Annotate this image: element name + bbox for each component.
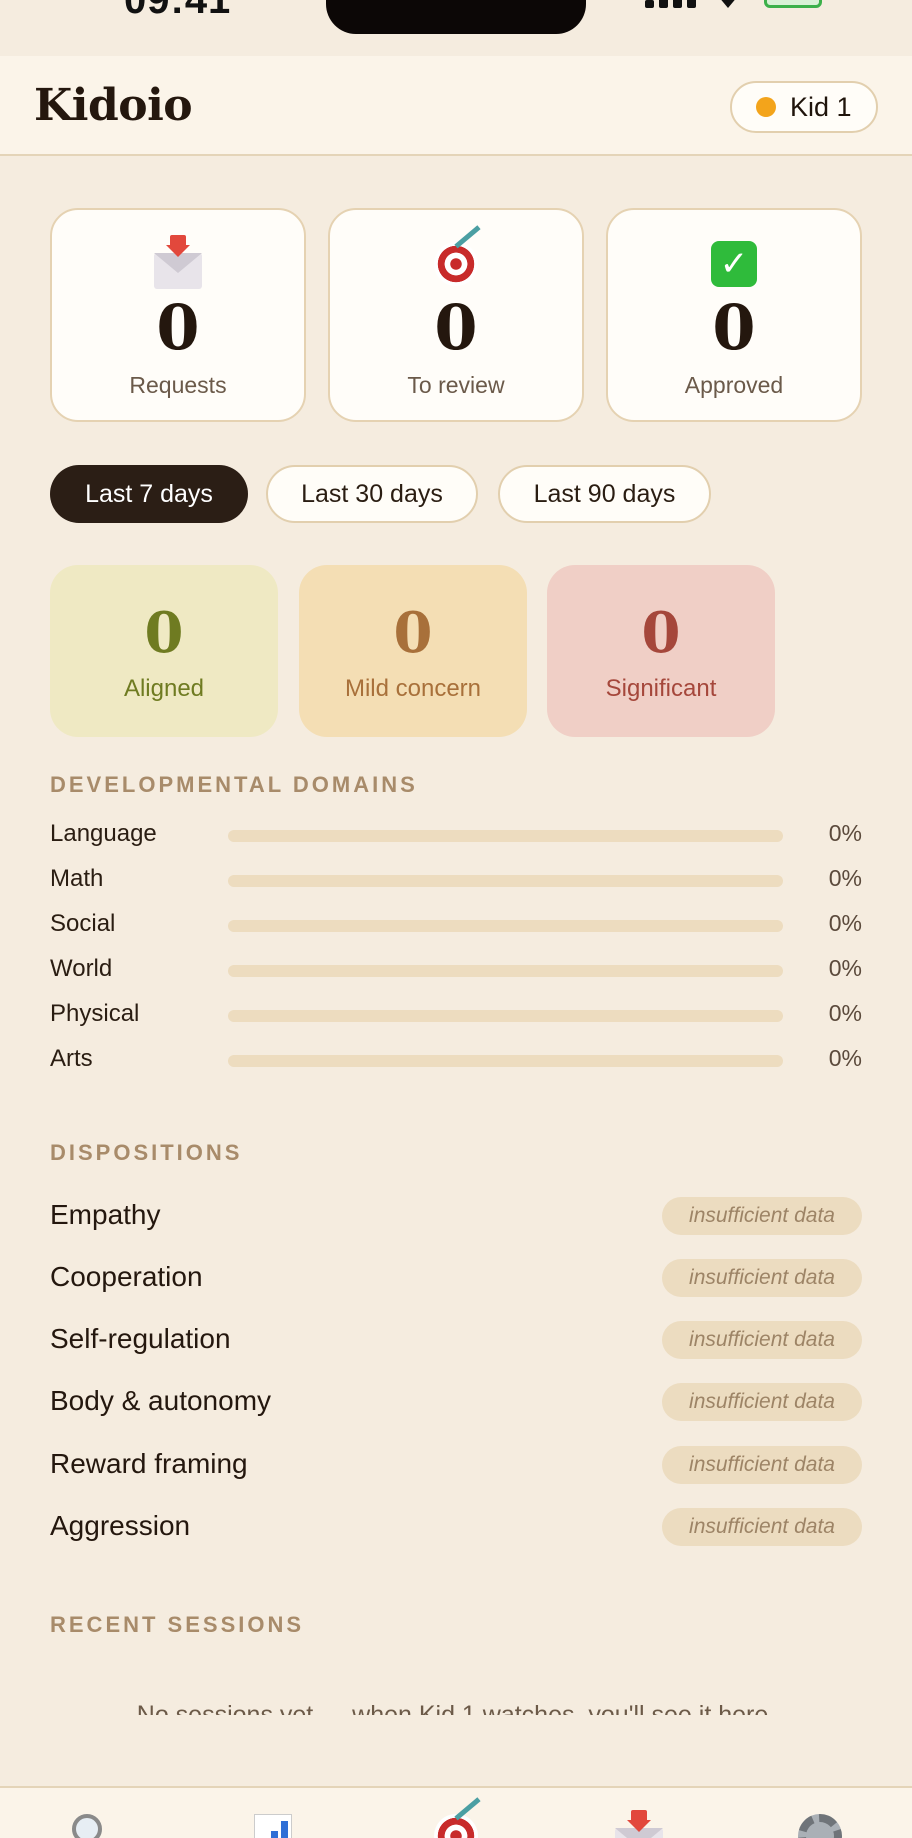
outcome-card-aligned: 0 Aligned [50,565,278,737]
domain-percent: 0% [828,820,862,846]
disposition-name: Body & autonomy [50,1385,272,1416]
bar-chart-icon [254,1814,292,1838]
domain-name: World [50,955,113,982]
domain-percent: 0% [828,1000,862,1026]
section-title-dispositions: DISPOSITIONS [50,1140,243,1165]
domain-name: Math [50,865,104,892]
domain-row-math: Math 0% [50,865,862,895]
stat-value: 0 [712,291,756,364]
domain-row-world: World 0% [50,955,862,985]
domain-progress-bar [228,875,783,887]
domain-percent: 0% [828,865,862,891]
outcome-label: Aligned [123,675,205,702]
disposition-status-badge: insufficient data [662,1383,862,1421]
outcome-value: 0 [144,600,184,666]
stat-card-requests[interactable]: 0 Requests [50,208,306,422]
domain-percent: 0% [828,1045,862,1071]
disposition-status-badge: insufficient data [662,1197,862,1235]
disposition-name: Self-regulation [50,1323,231,1354]
disposition-row-aggression: Aggression insufficient data [50,1508,862,1548]
domain-progress-bar [228,965,783,977]
direct-hit-target-icon [434,225,481,286]
tab-review[interactable] [431,1797,481,1838]
disposition-name: Reward framing [50,1448,248,1479]
outcome-card-mild-concern: 0 Mild concern [299,565,527,737]
stat-label: Requests [129,372,227,398]
domain-progress-bar [228,1055,783,1067]
disposition-status-badge: insufficient data [662,1446,862,1484]
check-mark-button-icon: ✓ [711,241,757,287]
app-header: Kidoio Kid 1 [0,56,912,156]
stat-card-approved[interactable]: ✓ 0 Approved [606,208,862,422]
disposition-status-badge: insufficient data [662,1321,862,1359]
incoming-envelope-icon [154,235,202,289]
range-pill-last-7-days[interactable]: Last 7 days [50,465,248,523]
domain-progress-bar [228,920,783,932]
outcome-label: Significant [605,675,717,702]
stat-value: 0 [434,291,478,364]
disposition-row-cooperation: Cooperation insufficient data [50,1259,862,1299]
disposition-name: Cooperation [50,1261,203,1292]
tab-requests[interactable] [614,1810,664,1838]
disposition-row-self-regulation: Self-regulation insufficient data [50,1321,862,1361]
kid-selector-chip[interactable]: Kid 1 [730,81,878,133]
disposition-row-empathy: Empathy insufficient data [50,1197,862,1237]
disposition-row-body-autonomy: Body & autonomy insufficient data [50,1383,862,1423]
domain-percent: 0% [828,955,862,981]
outcome-label: Mild concern [344,675,482,702]
tab-bar [0,1786,912,1838]
domain-name: Physical [50,1000,140,1027]
tab-insights[interactable] [248,1814,298,1838]
domain-row-social: Social 0% [50,910,862,940]
tab-search[interactable] [62,1814,112,1838]
domain-progress-bar [228,1010,783,1022]
stat-card-to-review[interactable]: 0 To review [328,208,584,422]
disposition-name: Aggression [50,1510,191,1541]
range-pill-last-90-days[interactable]: Last 90 days [498,465,711,523]
domain-name: Social [50,910,116,937]
dynamic-island [326,0,586,34]
disposition-status-badge: insufficient data [662,1508,862,1546]
range-pill-last-30-days[interactable]: Last 30 days [266,465,478,523]
disposition-row-reward-framing: Reward framing insufficient data [50,1446,862,1486]
domain-row-arts: Arts 0% [50,1045,862,1075]
outcome-value: 0 [393,600,433,666]
stat-label: To review [407,372,505,398]
wifi-icon [718,0,738,8]
domain-row-language: Language 0% [50,820,862,850]
domain-row-physical: Physical 0% [50,1000,862,1030]
magnifying-glass-icon [72,1814,102,1838]
status-time: 09:41 [124,0,232,22]
app-title: Kidoio [34,80,193,131]
tab-settings[interactable] [795,1814,845,1838]
incoming-envelope-icon [615,1810,663,1838]
recent-sessions-empty-text: No sessions yet — when Kid 1 watches, yo… [136,1701,776,1715]
disposition-status-badge: insufficient data [662,1259,862,1297]
domain-name: Language [50,820,157,847]
domain-progress-bar [228,830,783,842]
stat-label: Approved [684,372,784,398]
domain-name: Arts [50,1045,93,1072]
outcome-card-significant: 0 Significant [547,565,775,737]
section-title-developmental-domains: DEVELOPMENTAL DOMAINS [50,772,418,797]
stat-value: 0 [156,291,200,364]
kid-color-dot [756,97,776,117]
section-title-recent-sessions: RECENT SESSIONS [50,1612,305,1637]
gear-icon [798,1814,842,1838]
outcome-value: 0 [641,600,681,666]
kid-chip-label: Kid 1 [790,91,852,122]
direct-hit-target-icon [434,1797,481,1838]
signal-icon [645,0,696,8]
domain-percent: 0% [828,910,862,936]
battery-icon [764,0,822,8]
status-bar: 09:41 [0,0,912,56]
disposition-name: Empathy [50,1199,161,1230]
